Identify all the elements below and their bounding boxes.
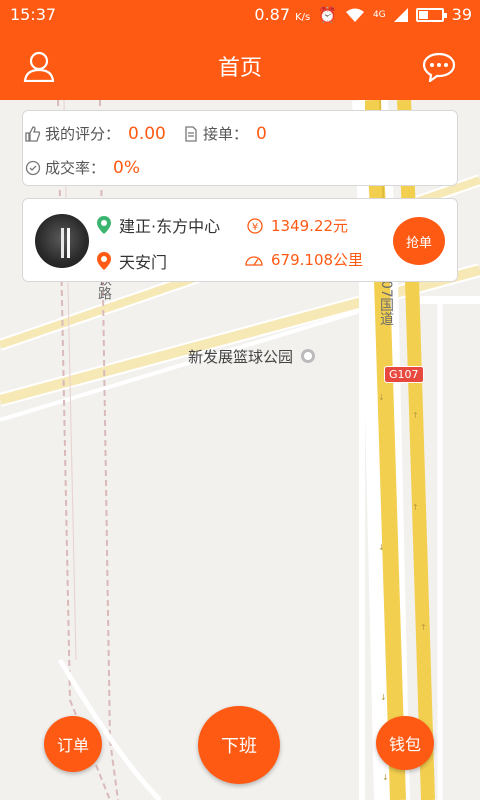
page-title: 首页 [217,56,262,81]
status-time: 15:37 [10,5,57,24]
stats-card: 我的评分： 0.00 接单： 0 成交率： 0% [22,110,458,186]
dropoff-text: 天安门 [119,253,168,272]
wifi-icon [345,8,364,22]
order-distance: 679.108公里 [245,249,363,270]
rating-label: 我的评分： [45,125,121,143]
order-card[interactable]: 建正·东方中心 天安门 ¥ 1349.22元 679.108公里 抢单 [22,198,458,282]
app-header: 首页 [0,30,480,100]
battery-icon [415,7,447,22]
svg-text:↓: ↓ [382,773,389,782]
park-label: 新发展篮球公园 [188,348,294,366]
success-rate-value: 0% [113,157,140,178]
orders-value: 0 [256,123,267,144]
svg-text:↑: ↑ [412,503,419,512]
status-indicators: 0.87 K/s ⏰ 4G 39 [254,5,472,24]
order-price: ¥ 1349.22元 [247,215,348,236]
success-rate-stat: 成交率： 0% [25,157,140,178]
status-bar: 15:37 0.87 K/s ⏰ 4G 39 [0,0,480,30]
signal-icon [393,7,408,22]
orders-button[interactable]: 订单 [44,716,102,772]
success-rate-label: 成交率： [45,159,106,177]
highway-label: 07国道 [378,280,394,326]
distance-text: 679.108公里 [271,251,364,269]
svg-text:↑: ↑ [412,411,419,420]
price-text: 1349.22元 [271,217,349,235]
pickup-pin-icon [97,216,111,234]
svg-text:↓: ↓ [378,543,385,552]
pickup-text: 建正·东方中心 [119,217,221,236]
dropoff-location: 天安门 [97,249,167,273]
speedometer-icon [245,255,263,266]
svg-text:↓: ↓ [378,393,385,402]
check-circle-icon [25,160,41,175]
highway-tag: G107 [384,366,424,383]
off-duty-button[interactable]: 下班 [198,706,280,784]
network-speed: 0.87 K/s [254,5,311,24]
thumbs-up-icon [25,125,41,142]
wallet-button[interactable]: 钱包 [376,716,434,770]
orders-stat: 接单： 0 [183,123,267,144]
battery-percent: 39 [451,5,472,24]
rating-stat: 我的评分： 0.00 [25,123,166,144]
svg-text:↑: ↑ [420,623,427,632]
signal-label: 4G [372,9,386,20]
grab-order-button[interactable]: 抢单 [393,217,445,265]
document-icon [185,125,197,142]
yuan-icon: ¥ [247,217,263,234]
rating-value: 0.00 [128,123,166,144]
orders-label: 接单： [203,125,249,143]
alarm-icon: ⏰ [318,5,337,24]
avatar [35,214,89,268]
dropoff-pin-icon [97,252,111,270]
svg-text:↓: ↓ [380,693,387,702]
svg-text:¥: ¥ [252,222,258,233]
chat-icon[interactable] [422,52,456,82]
pickup-location: 建正·东方中心 [97,213,220,237]
